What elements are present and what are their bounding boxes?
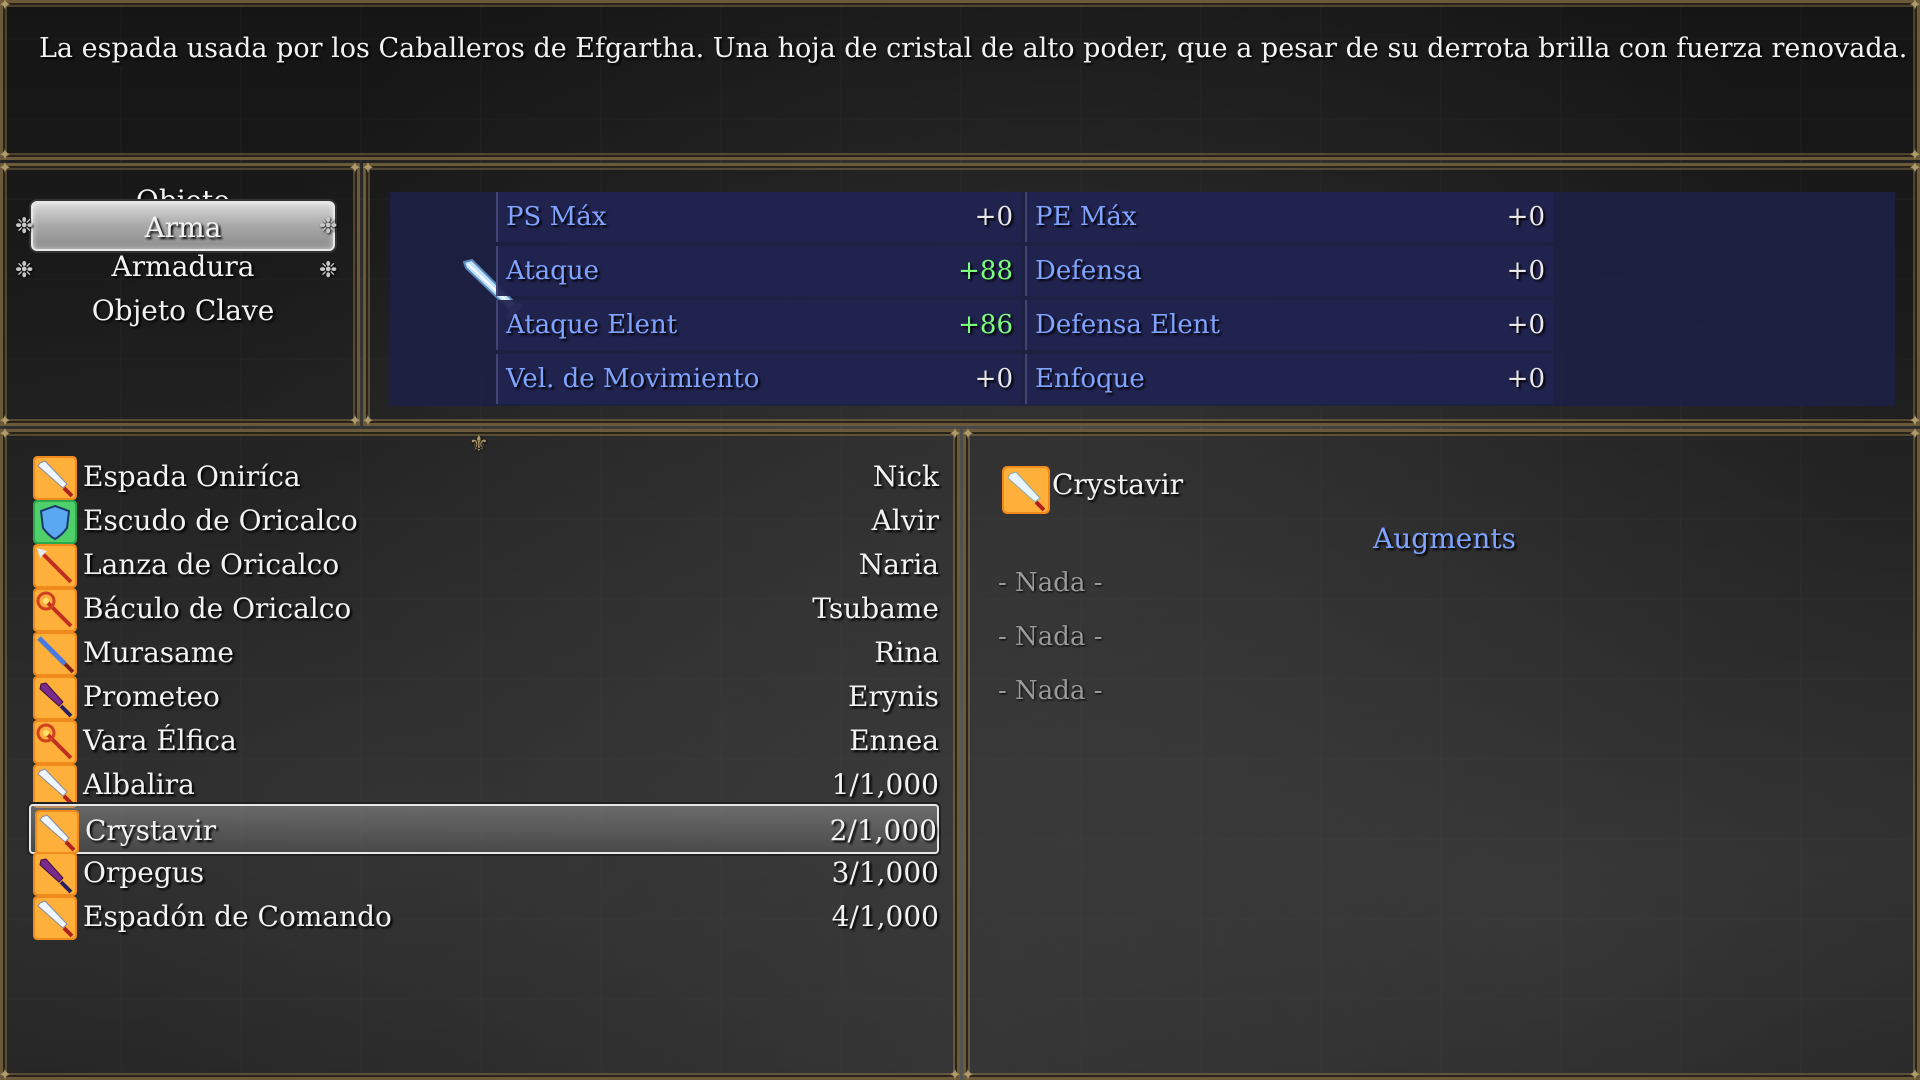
frame-corner: ✦ xyxy=(361,411,375,430)
detail-window: ✦ ✦ ✦ ✦ Crystavir Augments - Nada - - Na… xyxy=(961,424,1920,1080)
item-owner: Erynis xyxy=(848,680,939,713)
stat-value: +86 xyxy=(958,310,1013,340)
sword-icon xyxy=(33,764,77,808)
item-name: Báculo de Oricalco xyxy=(83,592,352,625)
flourish-icon: ❉ xyxy=(15,214,34,239)
item-list-window: ✦ ✦ ✦ ✦ ⚜ Espada Oniríca Nick Escudo de Or… xyxy=(0,424,962,1080)
frame-corner: ✦ xyxy=(961,424,975,443)
frame-corner: ✦ xyxy=(0,158,12,177)
item-row[interactable]: Espadón de Comando 4/1,000 xyxy=(29,892,939,942)
stat-value: +0 xyxy=(1506,364,1545,394)
stat-value: +0 xyxy=(974,202,1013,232)
item-owner: 4/1,000 xyxy=(831,900,939,933)
stat-row: Ataque +88 xyxy=(496,246,1021,296)
frame-corner: ✦ xyxy=(1908,0,1920,14)
spear-icon xyxy=(33,544,77,588)
item-name: Prometeo xyxy=(83,680,220,713)
frame-corner: ✦ xyxy=(0,1065,12,1080)
stat-label: Defensa Elent xyxy=(1035,310,1220,340)
item-owner: Nick xyxy=(872,460,939,493)
game-screen: ✦ ✦ ✦ ✦ La espada usada por los Caballer… xyxy=(0,0,1920,1080)
staff-icon xyxy=(33,588,77,632)
item-name: Orpegus xyxy=(83,856,205,889)
stats-window: ✦ ✦ ✦ ✦ PS Máx +0 Ataque +88 Ataque Elen… xyxy=(361,158,1920,430)
flourish-icon: ❉ xyxy=(319,214,338,239)
item-row[interactable]: Crystavir 2/1,000 xyxy=(29,804,939,854)
flourish-icon: ❉ xyxy=(15,258,34,283)
stat-row: Defensa Elent +0 xyxy=(1025,300,1553,350)
stat-row: Vel. de Movimiento +0 xyxy=(496,354,1021,404)
item-owner: Naria xyxy=(858,548,939,581)
stat-label: Ataque xyxy=(506,256,600,286)
item-name: Espadón de Comando xyxy=(83,900,392,933)
stat-value: +0 xyxy=(974,364,1013,394)
item-name: Albalira xyxy=(83,768,195,801)
item-row[interactable]: Albalira 1/1,000 xyxy=(29,760,939,810)
stat-label: Defensa xyxy=(1035,256,1142,286)
item-owner: Tsubame xyxy=(812,592,939,625)
stat-row: PE Máx +0 xyxy=(1025,192,1553,242)
item-row[interactable]: Vara Élfica Ennea xyxy=(29,716,939,766)
sword-icon xyxy=(33,896,77,940)
flourish-icon: ❉ xyxy=(319,258,338,283)
item-name: Escudo de Oricalco xyxy=(83,504,358,537)
item-owner: Alvir xyxy=(871,504,939,537)
item-description: La espada usada por los Caballeros de Ef… xyxy=(39,33,1908,64)
stat-row: Ataque Elent +86 xyxy=(496,300,1021,350)
frame-corner: ✦ xyxy=(0,0,12,14)
stat-value: +0 xyxy=(1506,256,1545,286)
detail-item-name: Crystavir xyxy=(1052,468,1184,501)
stat-label: Enfoque xyxy=(1035,364,1145,394)
stat-label: PS Máx xyxy=(506,202,607,232)
stat-label: Ataque Elent xyxy=(506,310,678,340)
item-row[interactable]: Espada Oniríca Nick xyxy=(29,452,939,502)
item-row[interactable]: Murasame Rina xyxy=(29,628,939,678)
category-objeto-clave[interactable]: Objeto Clave xyxy=(31,286,335,336)
category-window: ✦ ✦ ✦ ✦ Objeto Arma Armadura Objeto Clav… xyxy=(0,158,362,429)
stat-row: PS Máx +0 xyxy=(496,192,1021,242)
item-row[interactable]: Báculo de Oricalco Tsubame xyxy=(29,584,939,634)
frame-corner: ✦ xyxy=(1908,1065,1920,1080)
augment-slot[interactable]: - Nada - xyxy=(998,622,1103,652)
dagger-icon xyxy=(33,676,77,720)
sword-icon xyxy=(33,456,77,500)
augment-slot[interactable]: - Nada - xyxy=(998,568,1103,598)
item-name: Lanza de Oricalco xyxy=(83,548,340,581)
stat-value: +0 xyxy=(1506,202,1545,232)
category-armadura[interactable]: Armadura xyxy=(31,242,335,292)
stat-row: Defensa +0 xyxy=(1025,246,1553,296)
frame-corner: ✦ xyxy=(1908,158,1920,177)
frame-corner: ✦ xyxy=(361,158,375,177)
shield-icon xyxy=(33,500,77,544)
help-window: ✦ ✦ ✦ ✦ La espada usada por los Caballer… xyxy=(0,0,1920,163)
stat-value: +0 xyxy=(1506,310,1545,340)
item-owner: 1/1,000 xyxy=(831,768,939,801)
item-row[interactable]: Orpegus 3/1,000 xyxy=(29,848,939,898)
item-row[interactable]: Prometeo Erynis xyxy=(29,672,939,722)
item-name: Vara Élfica xyxy=(83,724,237,757)
staff-icon xyxy=(33,720,77,764)
augments-heading: Augments xyxy=(1373,522,1516,555)
stat-value: +88 xyxy=(958,256,1013,286)
katana-icon xyxy=(33,632,77,676)
item-row[interactable]: Lanza de Oricalco Naria xyxy=(29,540,939,590)
dagger-icon xyxy=(33,852,77,896)
item-owner: Ennea xyxy=(849,724,939,757)
frame-corner: ✦ xyxy=(961,1065,975,1080)
item-owner: 3/1,000 xyxy=(831,856,939,889)
item-owner: Rina xyxy=(874,636,939,669)
frame-corner: ✦ xyxy=(1908,424,1920,443)
item-name: Murasame xyxy=(83,636,234,669)
item-name: Espada Oniríca xyxy=(83,460,301,493)
sword-icon xyxy=(1002,466,1050,514)
stat-label: Vel. de Movimiento xyxy=(506,364,760,394)
item-row[interactable]: Escudo de Oricalco Alvir xyxy=(29,496,939,546)
stat-label: PE Máx xyxy=(1035,202,1137,232)
frame-corner: ✦ xyxy=(0,424,12,443)
augment-slot[interactable]: - Nada - xyxy=(998,676,1103,706)
stat-row: Enfoque +0 xyxy=(1025,354,1553,404)
